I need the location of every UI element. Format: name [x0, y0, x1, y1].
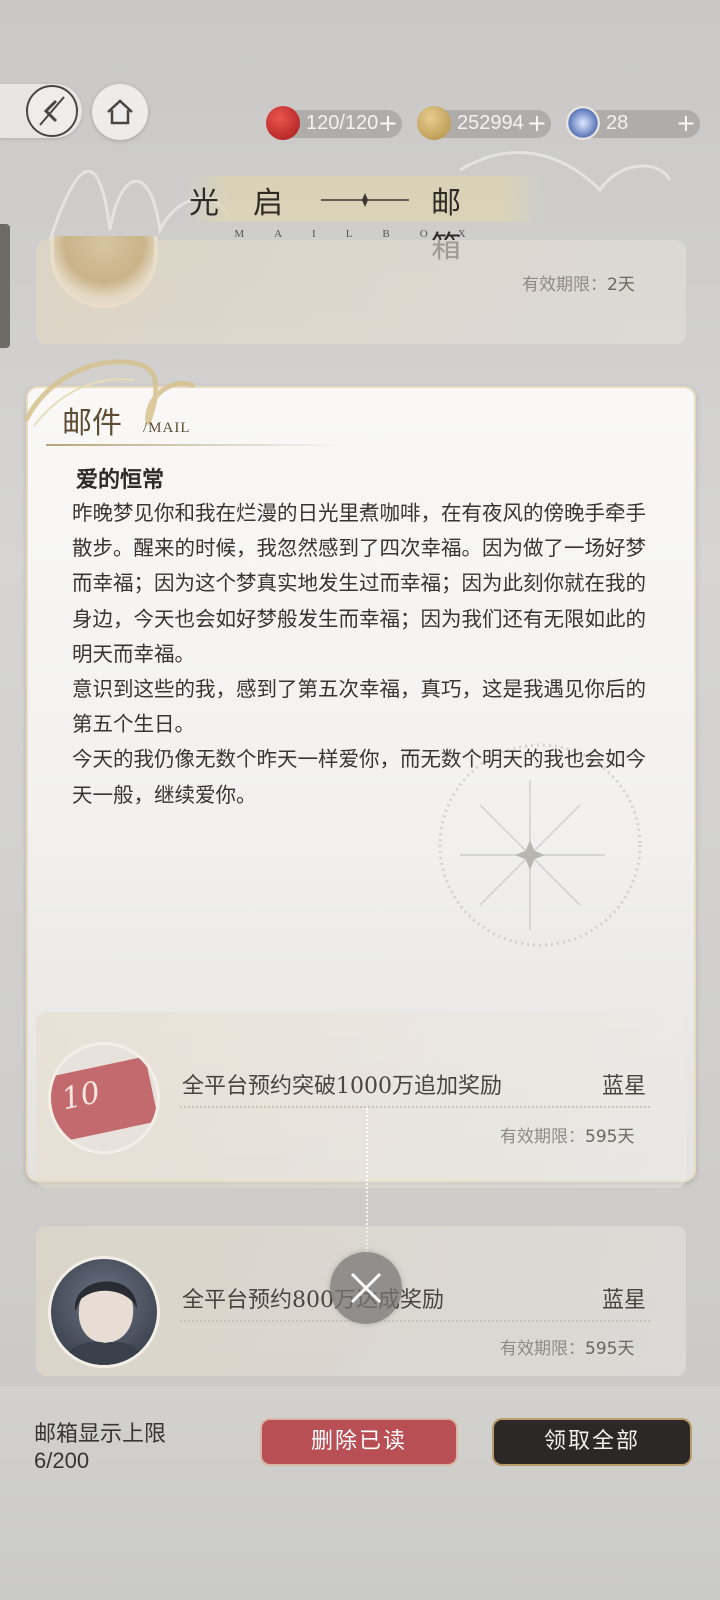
mail-item-expiry: 有效期限：595天 [500, 1127, 635, 1147]
mail-item-separator [180, 1106, 650, 1108]
crystal-counter: 28 + [566, 106, 700, 140]
mailbox-limit-label: 邮箱显示上限 [34, 1422, 167, 1447]
mail-item-separator [180, 1320, 650, 1322]
ticket-icon: 10 [51, 1056, 157, 1144]
dialog-header: 邮件 [62, 406, 122, 441]
claim-all-button[interactable]: 领取全部 [492, 1418, 692, 1466]
dialog-header-underline [46, 444, 346, 446]
back-arrow-icon [26, 85, 78, 137]
title-divider-icon [321, 193, 409, 207]
add-crystal-button[interactable]: + [676, 109, 696, 137]
mail-item-top-expiry: 有效期限：2天 [522, 275, 635, 295]
mail-item-name: 全平台预约突破1000万追加奖励 [182, 1074, 502, 1099]
mailbox-limit-value: 6/200 [34, 1448, 90, 1473]
home-icon [107, 99, 133, 125]
mail-item-name: 全平台预约800万达成奖励 [182, 1288, 444, 1313]
moon-star-decoration [438, 743, 647, 952]
apple-icon [266, 106, 300, 140]
mail-title: 爱的恒常 [76, 467, 165, 493]
mail-item-sender: 蓝星 [602, 1074, 647, 1099]
mail-item-thumbnail: 10 [48, 1042, 160, 1154]
mail-paragraph: 昨晚梦见你和我在烂漫的日光里煮咖啡，在有夜风的傍晚手牵手散步。醒来的时候，我忽然… [72, 501, 646, 666]
crystal-icon [566, 106, 600, 140]
close-dialog-button[interactable] [330, 1252, 402, 1324]
back-button[interactable] [0, 84, 82, 138]
coin-icon [417, 106, 451, 140]
add-stamina-button[interactable]: + [378, 109, 398, 137]
title-left: 光启 [189, 186, 317, 221]
stamina-counter: 120/120 + [266, 106, 402, 140]
dialog-header-sub: /MAIL [143, 420, 191, 436]
mail-item-avatar [48, 1256, 160, 1368]
mail-item-sender: 蓝星 [602, 1288, 647, 1313]
close-icon [350, 1272, 382, 1304]
add-coin-button[interactable]: + [527, 109, 547, 137]
delete-read-button[interactable]: 删除已读 [260, 1418, 458, 1466]
page-subtitle: MAILBOX [234, 228, 496, 240]
side-tab[interactable] [0, 224, 10, 348]
page-title: 光启 邮箱 [185, 178, 545, 265]
coin-counter: 252994 + [417, 106, 551, 140]
character-portrait-icon [61, 1281, 149, 1365]
home-button[interactable] [92, 84, 148, 140]
mail-item-expiry: 有效期限：595天 [500, 1339, 635, 1359]
